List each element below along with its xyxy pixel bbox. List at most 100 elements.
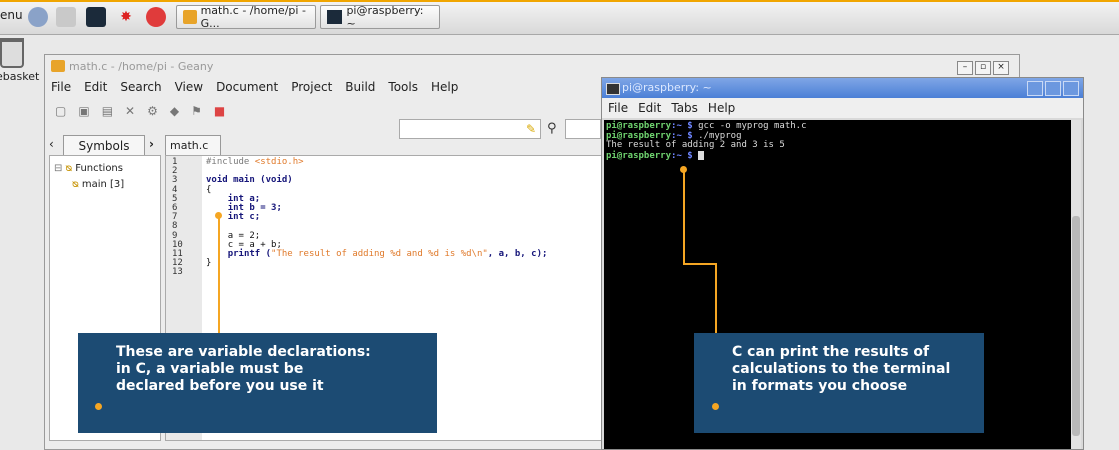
prompt-user: pi@raspberry — [606, 150, 672, 161]
menu-search[interactable]: Search — [120, 80, 161, 94]
search-icon[interactable]: ⚲ — [547, 121, 557, 136]
file-manager-icon[interactable] — [56, 7, 76, 27]
code-line-11: printf ( — [227, 249, 272, 260]
function-icon: ᴓ — [65, 162, 73, 174]
taskbar: enu ✸ math.c - /home/pi - G... pi@raspbe… — [0, 0, 1119, 35]
build-icon[interactable]: ◆ — [170, 104, 179, 118]
search-input[interactable]: ✎ — [399, 119, 541, 139]
minimize-button[interactable] — [1027, 81, 1043, 96]
code-include-header: <stdio.h> — [254, 157, 304, 167]
terminal-cursor — [698, 150, 705, 160]
menu-edit[interactable]: Edit — [84, 80, 107, 94]
callout-print-results: C can print the results of calculations … — [694, 333, 984, 433]
menu-edit[interactable]: Edit — [638, 101, 661, 115]
terminal-line: The result of adding 2 and 3 is 5 — [606, 140, 1070, 151]
new-file-icon[interactable]: ▢ — [55, 104, 66, 118]
program-output: The result of adding 2 and 3 is 5 — [606, 140, 785, 150]
terminal-icon — [327, 10, 343, 24]
menu-help[interactable]: Help — [708, 101, 735, 115]
terminal-title: pi@raspberry: ~ — [622, 81, 712, 94]
leader-line — [218, 215, 220, 350]
terminal-line: pi@raspberry:~ $ — [606, 150, 1070, 162]
command-text: ./myprog — [692, 130, 742, 141]
code-line-1: #include — [206, 157, 255, 167]
compile-icon[interactable]: ⚙ — [147, 104, 158, 118]
callout-variable-declarations: These are variable declarations: in C, a… — [78, 333, 437, 433]
leader-dot — [712, 403, 719, 410]
leader-line — [683, 263, 717, 265]
color-chooser-icon[interactable]: ■ — [214, 104, 225, 118]
tab-scroll-left-icon[interactable]: ‹ — [49, 137, 54, 151]
minimize-button[interactable]: – — [957, 61, 973, 75]
tab-symbols[interactable]: Symbols — [63, 135, 145, 156]
symbol-group-label: Functions — [75, 162, 123, 174]
menu-build[interactable]: Build — [345, 80, 375, 94]
mathematica-icon[interactable]: ✸ — [116, 7, 136, 27]
leader-dot — [95, 403, 102, 410]
web-browser-icon[interactable] — [28, 7, 48, 27]
prompt-path: :~ $ — [671, 121, 693, 131]
tab-math-c[interactable]: math.c ✖ — [165, 135, 221, 172]
menu-project[interactable]: Project — [291, 80, 332, 94]
maximize-button[interactable] — [1045, 81, 1061, 96]
menu-tabs[interactable]: Tabs — [671, 101, 698, 115]
clear-search-icon[interactable]: ✎ — [526, 122, 536, 136]
code-line-7: int c; — [227, 212, 261, 223]
close-file-icon[interactable]: ✕ — [125, 104, 135, 118]
code-line-4: { — [206, 184, 212, 195]
terminal-window-buttons — [1027, 81, 1079, 96]
geany-window-buttons: – ▫ × — [957, 61, 1009, 75]
save-icon[interactable]: ▤ — [102, 104, 113, 118]
desktop-wastebasket[interactable]: ebasket — [0, 38, 40, 83]
menu-tools[interactable]: Tools — [388, 80, 418, 94]
task-terminal[interactable]: pi@raspberry: ~ — [320, 4, 440, 30]
prompt-user: pi@raspberry — [606, 121, 672, 131]
symbol-item-label: main [3] — [81, 178, 125, 190]
sidebar-tabs: ‹ Symbols › — [49, 135, 157, 157]
code-text: #include <stdio.h> void main (void) { in… — [206, 157, 547, 269]
symbol-item[interactable]: ᴓ main [3] — [50, 176, 160, 192]
goto-line-input[interactable] — [565, 119, 601, 139]
terminal-icon — [606, 83, 620, 95]
line-number: 13 — [172, 267, 183, 278]
code-printf-string: "The result of adding %d and %d is %d\n" — [271, 249, 488, 260]
open-file-icon[interactable]: ▣ — [78, 104, 89, 118]
terminal-titlebar[interactable]: pi@raspberry: ~ — [602, 78, 1083, 98]
terminal-scrollbar[interactable] — [1071, 120, 1081, 449]
task-geany[interactable]: math.c - /home/pi - G... — [176, 4, 316, 30]
geany-icon — [51, 60, 65, 72]
terminal-launcher-icon[interactable] — [86, 7, 106, 27]
command-text: gcc -o myprog math.c — [692, 121, 807, 131]
code-line-12: } — [206, 258, 212, 269]
terminal-menubar: File Edit Tabs Help — [602, 98, 1083, 118]
wastebasket-icon — [0, 38, 24, 68]
task-terminal-label: pi@raspberry: ~ — [346, 4, 424, 30]
menu-help[interactable]: Help — [431, 80, 458, 94]
function-icon: ᴓ — [72, 178, 79, 190]
symbol-group[interactable]: ⊟ ᴓ Functions — [50, 160, 160, 176]
run-icon[interactable]: ⚑ — [191, 104, 202, 118]
leader-line — [683, 169, 685, 264]
menu-document[interactable]: Document — [216, 80, 278, 94]
geany-title: math.c - /home/pi - Geany — [69, 59, 214, 73]
code-line-3: void main (void) — [206, 175, 293, 186]
menu-view[interactable]: View — [175, 80, 203, 94]
maximize-button[interactable]: ▫ — [975, 61, 991, 75]
task-geany-label: math.c - /home/pi - G... — [200, 4, 306, 30]
editor-tab-label: math.c — [170, 139, 209, 152]
scrollbar-thumb[interactable] — [1072, 216, 1080, 436]
close-button[interactable] — [1063, 81, 1079, 96]
geany-titlebar[interactable]: math.c - /home/pi - Geany — [45, 55, 1019, 77]
prompt-path: :~ $ — [671, 150, 693, 161]
collapse-icon[interactable]: ⊟ — [54, 163, 62, 174]
menu-button[interactable]: enu — [0, 8, 23, 22]
menu-file[interactable]: File — [608, 101, 628, 115]
menu-file[interactable]: File — [51, 80, 71, 94]
wastebasket-label: ebasket — [0, 70, 40, 83]
prompt-user: pi@raspberry — [606, 130, 672, 141]
tab-scroll-right-icon[interactable]: › — [149, 137, 154, 151]
prompt-path: :~ $ — [671, 130, 693, 141]
wolfram-icon[interactable] — [146, 7, 166, 27]
close-button[interactable]: × — [993, 61, 1009, 75]
geany-icon — [183, 10, 197, 24]
